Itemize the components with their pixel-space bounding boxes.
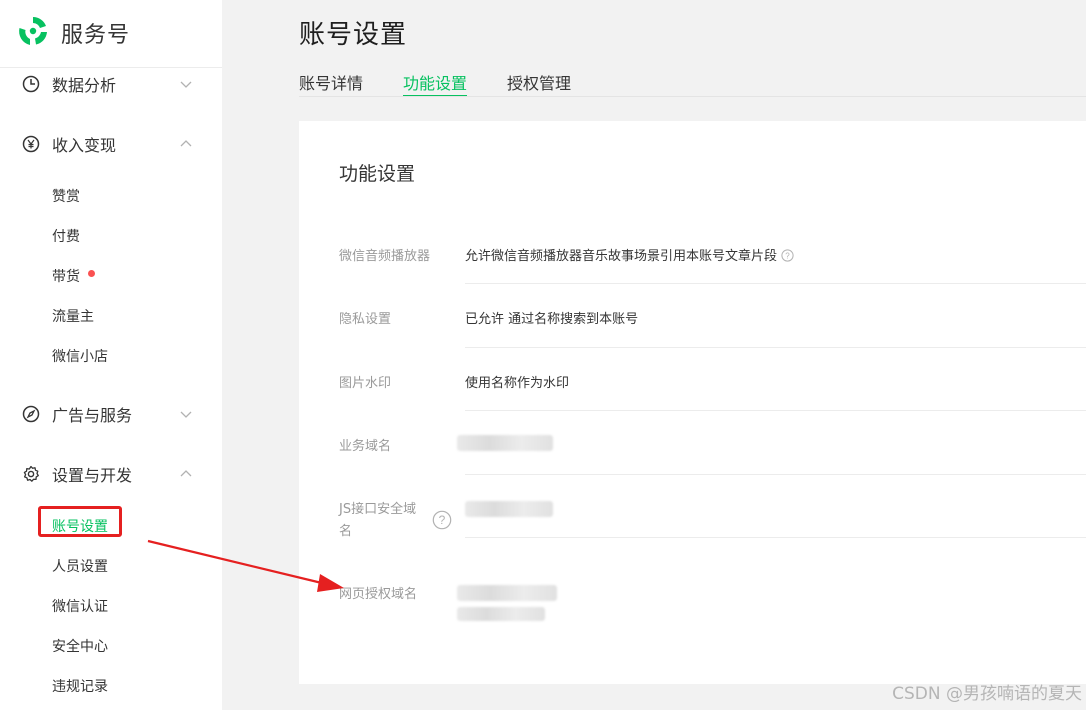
watermark-text: CSDN @男孩喃语的夏天 xyxy=(892,684,1082,704)
compass-icon xyxy=(22,405,40,423)
tab-authorization-management[interactable]: 授权管理 xyxy=(507,70,571,94)
sidebar-item-traffic-owner[interactable]: 流量主 xyxy=(52,306,94,326)
menu-group-label: 设置与开发 xyxy=(52,466,133,485)
menu-group-settings-dev[interactable]: 设置与开发 xyxy=(22,462,192,486)
svg-text:?: ? xyxy=(785,252,790,261)
redacted-value xyxy=(457,435,553,451)
page-title: 账号设置 xyxy=(299,20,408,50)
help-icon[interactable]: ? xyxy=(781,249,794,266)
menu-group-label: 数据分析 xyxy=(52,76,117,95)
setting-label-business-domain: 业务域名 xyxy=(339,439,392,454)
menu-group-label: 广告与服务 xyxy=(52,406,133,425)
sidebar-item-security-center[interactable]: 安全中心 xyxy=(52,636,108,656)
tab-account-details[interactable]: 账号详情 xyxy=(299,70,363,94)
yen-circle-icon xyxy=(22,135,40,153)
sidebar-item-violation-records[interactable]: 违规记录 xyxy=(52,676,108,696)
menu-group-data-analysis[interactable]: 数据分析 xyxy=(22,72,192,96)
help-icon[interactable]: ? xyxy=(432,510,452,534)
chevron-down-icon xyxy=(180,75,192,88)
setting-value-text: 允许微信音频播放器音乐故事场景引用本账号文章片段 xyxy=(465,249,778,264)
tab-feature-settings[interactable]: 功能设置 xyxy=(403,70,467,94)
setting-value-audio-player: 允许微信音频播放器音乐故事场景引用本账号文章片段? xyxy=(465,245,794,266)
setting-value-privacy: 已允许 通过名称搜索到本账号 xyxy=(465,312,639,327)
clock-pie-icon xyxy=(22,75,40,93)
setting-value-image-watermark: 使用名称作为水印 xyxy=(465,376,570,391)
divider xyxy=(465,347,1086,348)
gear-icon xyxy=(22,465,40,483)
menu-group-label: 收入变现 xyxy=(52,136,117,155)
sidebar-item-commerce[interactable]: 带货 xyxy=(52,266,80,286)
divider xyxy=(465,410,1086,411)
divider xyxy=(465,283,1086,284)
annotation-highlight-box xyxy=(38,506,122,537)
menu-group-monetization[interactable]: 收入变现 xyxy=(22,132,192,156)
brand[interactable]: 服务号 xyxy=(16,14,130,52)
feature-settings-card: 功能设置 微信音频播放器 允许微信音频播放器音乐故事场景引用本账号文章片段? 隐… xyxy=(299,121,1086,684)
section-title: 功能设置 xyxy=(339,163,416,185)
redacted-value xyxy=(457,607,545,621)
setting-label-audio-player: 微信音频播放器 xyxy=(339,249,431,264)
sidebar-item-staff-settings[interactable]: 人员设置 xyxy=(52,556,108,576)
sidebar-item-paid[interactable]: 付费 xyxy=(52,226,80,246)
setting-label-web-auth-domain: 网页授权域名 xyxy=(339,587,418,602)
sidebar-item-reward[interactable]: 赞赏 xyxy=(52,186,80,206)
divider xyxy=(299,96,1086,97)
redacted-value xyxy=(457,585,557,601)
notification-dot xyxy=(88,270,95,277)
chevron-up-icon xyxy=(180,135,192,147)
menu-group-ads-services[interactable]: 广告与服务 xyxy=(22,402,192,426)
sidebar-item-wechat-verification[interactable]: 微信认证 xyxy=(52,596,108,616)
setting-label-privacy: 隐私设置 xyxy=(339,312,392,327)
divider xyxy=(465,474,1086,475)
wechat-service-logo-icon xyxy=(16,14,50,52)
chevron-up-icon xyxy=(180,465,192,477)
divider xyxy=(465,537,1086,538)
chevron-down-icon xyxy=(180,405,192,418)
divider xyxy=(0,67,222,68)
sidebar-item-wechat-store[interactable]: 微信小店 xyxy=(52,346,108,366)
svg-text:?: ? xyxy=(439,513,446,527)
brand-name: 服务号 xyxy=(61,23,131,48)
setting-label-image-watermark: 图片水印 xyxy=(339,376,392,391)
redacted-value xyxy=(465,501,553,517)
setting-label-js-domain: JS接口安全域名 xyxy=(339,502,417,539)
sidebar: 服务号 数据分析 收入变现 赞赏 付费 带货 流量主 微信小店 广告与服务 设置… xyxy=(0,0,222,710)
